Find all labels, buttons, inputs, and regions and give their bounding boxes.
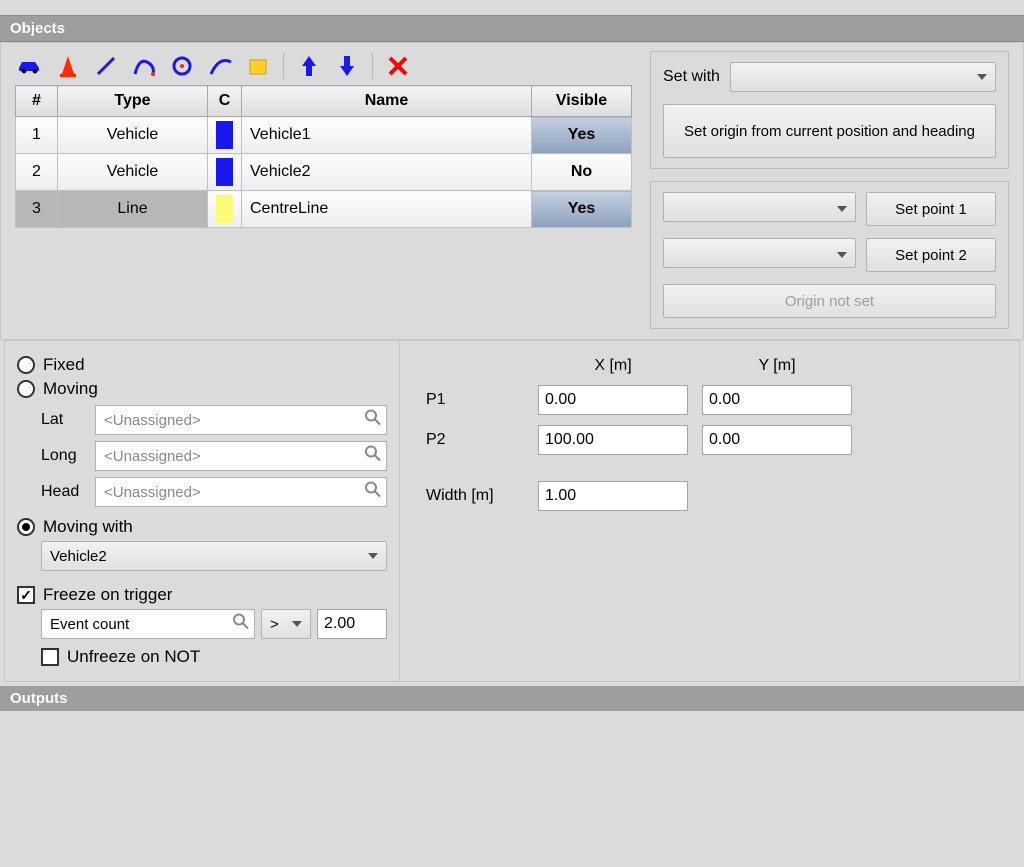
freeze-source-input[interactable] (41, 609, 255, 639)
arrow-down-icon[interactable] (334, 53, 360, 79)
cone-icon[interactable] (55, 53, 81, 79)
mode-fixed-radio[interactable]: Fixed (17, 355, 387, 375)
moving-with-select[interactable]: Vehicle2 (41, 541, 387, 571)
search-icon[interactable] (233, 614, 249, 635)
y-header: Y [m] (696, 353, 858, 379)
outputs-panel-header: Outputs (0, 686, 1024, 711)
objects-panel-header: Objects (0, 15, 1024, 42)
long-label: Long (41, 447, 87, 465)
origin-status: Origin not set (663, 284, 996, 318)
curve-icon[interactable] (131, 53, 157, 79)
freeze-label: Freeze on trigger (43, 585, 172, 605)
set-with-select[interactable] (730, 62, 996, 92)
row-type: Line (58, 191, 208, 228)
row-color-swatch[interactable] (208, 117, 242, 154)
p1y-input[interactable] (702, 385, 852, 415)
lat-label: Lat (41, 411, 87, 429)
search-icon[interactable] (365, 482, 381, 503)
row-color-swatch[interactable] (208, 154, 242, 191)
set-points-group: Set point 1 Set point 2 Origin not set (650, 181, 1009, 329)
mode-moving-label: Moving (43, 379, 98, 399)
set-point1-button[interactable]: Set point 1 (866, 192, 996, 226)
unfreeze-label: Unfreeze on NOT (67, 647, 200, 667)
row-visible-toggle[interactable]: Yes (532, 117, 632, 154)
row-visible-toggle[interactable]: No (532, 154, 632, 191)
col-color[interactable]: C (208, 86, 242, 117)
p1-label: P1 (420, 381, 530, 419)
row-type: Vehicle (58, 154, 208, 191)
table-row[interactable]: 3Line CentreLineYes (16, 191, 632, 228)
mode-moving-with-label: Moving with (43, 517, 133, 537)
row-type: Vehicle (58, 117, 208, 154)
delete-icon[interactable] (385, 53, 411, 79)
row-color-swatch[interactable] (208, 191, 242, 228)
point2-source-select[interactable] (663, 238, 856, 268)
row-name[interactable]: Vehicle1 (242, 117, 532, 154)
row-number: 3 (16, 191, 58, 228)
row-number: 2 (16, 154, 58, 191)
objects-table[interactable]: # Type C Name Visible 1Vehicle Vehicle1Ye… (15, 85, 632, 228)
freeze-op-select[interactable]: > (261, 609, 311, 639)
row-name[interactable]: CentreLine (242, 191, 532, 228)
mode-moving-radio[interactable]: Moving (17, 379, 387, 399)
arc-icon[interactable] (207, 53, 233, 79)
freeze-value-input[interactable] (317, 609, 387, 639)
mode-moving-with-radio[interactable]: Moving with (17, 517, 387, 537)
p2-label: P2 (420, 421, 530, 459)
x-header: X [m] (532, 353, 694, 379)
head-label: Head (41, 483, 87, 501)
set-origin-button[interactable]: Set origin from current position and hea… (663, 104, 996, 158)
freeze-checkbox[interactable]: Freeze on trigger (17, 585, 387, 605)
point1-source-select[interactable] (663, 192, 856, 222)
line-icon[interactable] (93, 53, 119, 79)
col-number[interactable]: # (16, 86, 58, 117)
polygon-icon[interactable] (245, 53, 271, 79)
head-input[interactable] (95, 477, 387, 507)
coords-grid: X [m] Y [m] P1 P2 Width [m] (418, 351, 860, 517)
search-icon[interactable] (365, 446, 381, 467)
object-properties-panel: Fixed Moving Lat Long Head Moving with (4, 340, 1020, 682)
toolbar-separator (283, 53, 284, 79)
lat-input[interactable] (95, 405, 387, 435)
row-number: 1 (16, 117, 58, 154)
objects-toolbar (15, 51, 632, 85)
row-name[interactable]: Vehicle2 (242, 154, 532, 191)
col-name[interactable]: Name (242, 86, 532, 117)
width-input[interactable] (538, 481, 688, 511)
p2y-input[interactable] (702, 425, 852, 455)
long-input[interactable] (95, 441, 387, 471)
set-point2-button[interactable]: Set point 2 (866, 238, 996, 272)
width-label: Width [m] (420, 477, 530, 515)
set-with-group: Set with Set origin from current positio… (650, 51, 1009, 169)
col-visible[interactable]: Visible (532, 86, 632, 117)
arrow-up-icon[interactable] (296, 53, 322, 79)
table-row[interactable]: 1Vehicle Vehicle1Yes (16, 117, 632, 154)
set-with-label: Set with (663, 68, 720, 86)
row-visible-toggle[interactable]: Yes (532, 191, 632, 228)
car-icon[interactable] (17, 53, 43, 79)
table-row[interactable]: 2Vehicle Vehicle2No (16, 154, 632, 191)
p1x-input[interactable] (538, 385, 688, 415)
search-icon[interactable] (365, 410, 381, 431)
mode-fixed-label: Fixed (43, 355, 85, 375)
col-type[interactable]: Type (58, 86, 208, 117)
toolbar-separator (372, 53, 373, 79)
unfreeze-checkbox[interactable]: Unfreeze on NOT (41, 647, 387, 667)
objects-panel: # Type C Name Visible 1Vehicle Vehicle1Ye… (0, 42, 1024, 340)
p2x-input[interactable] (538, 425, 688, 455)
circle-icon[interactable] (169, 53, 195, 79)
